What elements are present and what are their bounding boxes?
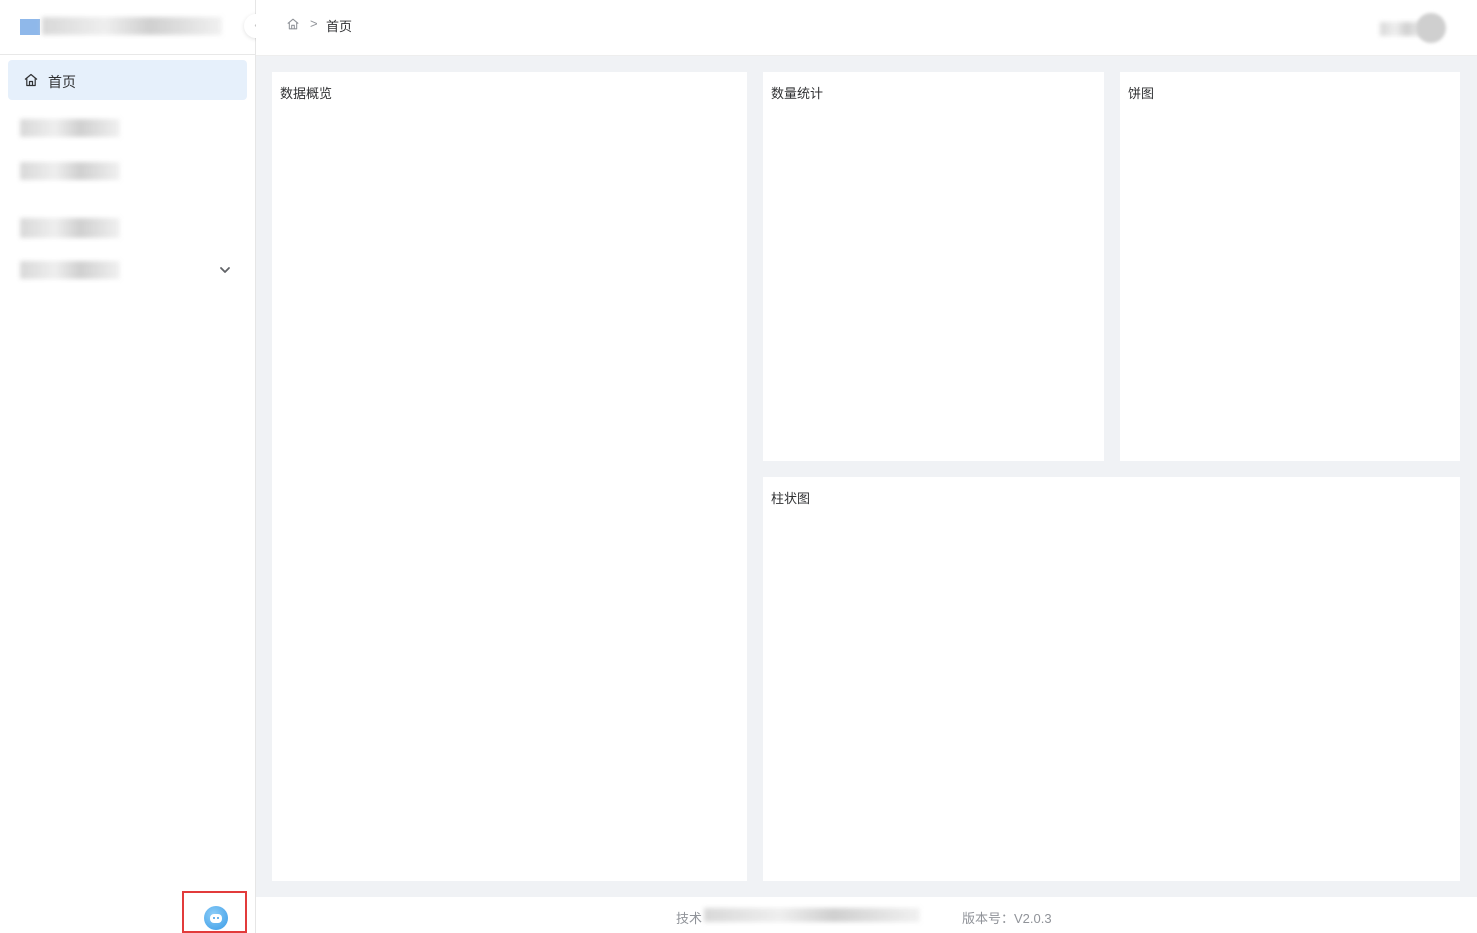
chevron-down-icon[interactable] [218, 263, 232, 277]
redacted-support-info [704, 908, 920, 922]
card-title: 数据概览 [280, 86, 333, 101]
sidebar-item-redacted-4[interactable] [20, 261, 120, 279]
sidebar-item-redacted-2[interactable] [20, 162, 120, 180]
card-pie-chart: 饼图 [1120, 72, 1460, 461]
sidebar-item-home[interactable]: 首页 [8, 60, 247, 100]
card-bar-chart: 柱状图 [763, 477, 1460, 881]
top-header: > 首页 [256, 0, 1477, 56]
avatar[interactable] [1416, 13, 1446, 43]
card-title: 数量统计 [771, 86, 824, 101]
breadcrumb-home-icon[interactable] [286, 17, 300, 31]
card-count-stats: 数量统计 [763, 72, 1104, 461]
assistant-highlight-box [182, 891, 247, 933]
card-data-overview: 数据概览 [272, 72, 747, 881]
footer: 技术 版本号：V2.0.3 [256, 897, 1477, 933]
footer-version: 版本号：V2.0.3 [962, 908, 1052, 927]
sidebar-item-label: 首页 [48, 74, 76, 90]
brand-header [0, 0, 256, 55]
redacted-brand-name [42, 17, 222, 35]
sidebar: ‹ 首页 [0, 0, 268, 933]
footer-support-prefix: 技术 [676, 911, 703, 926]
home-icon [24, 73, 38, 87]
version-value: V2.0.3 [1014, 911, 1052, 926]
assistant-robot-icon[interactable] [204, 906, 228, 930]
card-title: 饼图 [1128, 86, 1155, 101]
breadcrumb-current: 首页 [326, 19, 353, 34]
card-title: 柱状图 [771, 491, 811, 506]
sidebar-item-redacted-1[interactable] [20, 119, 120, 137]
sidebar-item-redacted-3[interactable] [20, 218, 120, 238]
dashboard-content: 数据概览 数量统计 饼图 柱状图 [256, 56, 1477, 897]
version-label: 版本号： [962, 911, 1015, 926]
brand-logo [20, 19, 40, 35]
breadcrumb-separator: > [310, 16, 318, 31]
